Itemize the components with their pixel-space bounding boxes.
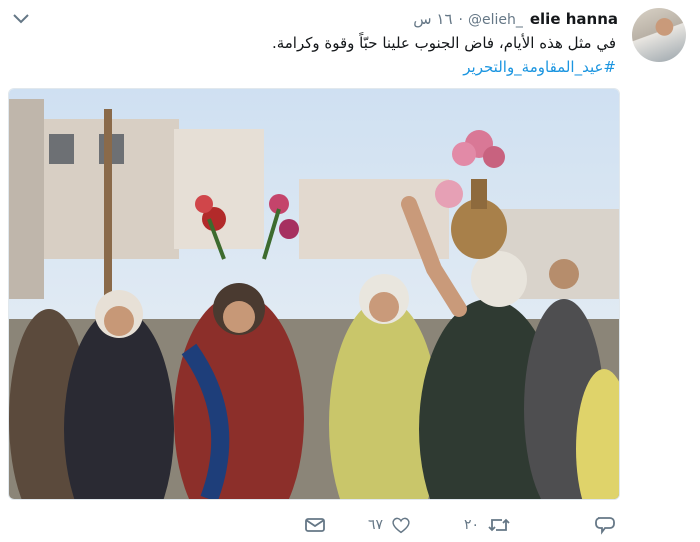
comment-button[interactable]	[594, 512, 616, 538]
retweet-icon	[488, 518, 510, 532]
author-name[interactable]: elie hanna	[530, 10, 618, 28]
tweet-photo[interactable]	[8, 88, 620, 500]
like-button[interactable]: ٦٧	[368, 512, 411, 538]
retweet-count: ٢٠	[464, 517, 480, 533]
like-count: ٦٧	[368, 517, 384, 533]
chevron-down-icon[interactable]	[12, 12, 30, 26]
envelope-icon	[305, 518, 325, 532]
tweet-timestamp[interactable]: ١٦ س	[413, 10, 452, 28]
tweet-text: في مثل هذه الأيام، فاض الجنوب علينا حبّا…	[271, 34, 616, 52]
heart-icon	[392, 517, 410, 534]
retweet-button[interactable]: ٢٠	[464, 512, 511, 538]
hashtag-link[interactable]: #عيد_المقاومة_والتحرير	[463, 56, 616, 78]
tweet-header: ١٦ س · @elieh_ elie hanna	[413, 10, 618, 32]
photo-illustration	[9, 89, 619, 499]
avatar[interactable]	[632, 8, 686, 62]
author-handle[interactable]: @elieh_	[468, 12, 523, 28]
separator-dot: ·	[458, 12, 463, 28]
reply-button[interactable]	[304, 512, 326, 538]
speech-bubble-icon	[595, 517, 615, 535]
